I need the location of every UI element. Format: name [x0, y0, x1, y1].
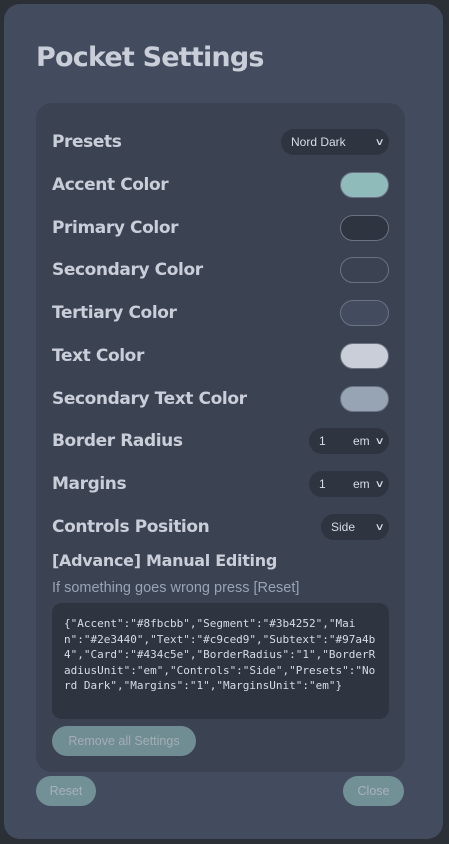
margins-unit: em [353, 477, 370, 491]
border-radius-select[interactable]: 1 em ∨ [309, 428, 389, 454]
border-radius-unit: em [353, 434, 370, 448]
presets-value: Nord Dark [291, 135, 346, 149]
tertiary-color-label: Tertiary Color [52, 303, 177, 323]
secondary-text-color-swatch[interactable] [340, 386, 389, 412]
text-color-row: Text Color [52, 341, 389, 371]
settings-modal: Pocket Settings Presets Nord Dark ∨ Acce… [4, 4, 443, 839]
margins-value: 1 [319, 477, 326, 491]
primary-color-label: Primary Color [52, 218, 179, 238]
secondary-text-color-row: Secondary Text Color [52, 384, 389, 414]
margins-row: Margins 1 em ∨ [52, 469, 389, 499]
reset-button[interactable]: Reset [36, 776, 96, 806]
advanced-title: [Advance] Manual Editing [52, 551, 277, 570]
remove-all-settings-button[interactable]: Remove all Settings [52, 726, 196, 756]
controls-position-label: Controls Position [52, 517, 210, 537]
primary-color-row: Primary Color [52, 213, 389, 243]
chevron-down-icon: ∨ [374, 136, 385, 148]
chevron-down-icon: ∨ [374, 435, 385, 447]
border-radius-label: Border Radius [52, 431, 183, 451]
presets-label: Presets [52, 132, 122, 152]
accent-color-swatch[interactable] [340, 172, 389, 198]
primary-color-swatch[interactable] [340, 215, 389, 241]
margins-select[interactable]: 1 em ∨ [309, 471, 389, 497]
chevron-down-icon: ∨ [374, 478, 385, 490]
border-radius-value: 1 [319, 434, 326, 448]
secondary-color-label: Secondary Color [52, 260, 203, 280]
accent-color-row: Accent Color [52, 170, 389, 200]
controls-position-row: Controls Position Side ∨ [52, 512, 389, 542]
margins-label: Margins [52, 474, 127, 494]
accent-color-label: Accent Color [52, 175, 169, 195]
text-color-swatch[interactable] [340, 343, 389, 369]
advanced-hint: If something goes wrong press [Reset] [52, 580, 300, 596]
presets-select[interactable]: Nord Dark ∨ [281, 129, 389, 155]
presets-row: Presets Nord Dark ∨ [52, 127, 389, 157]
secondary-text-color-label: Secondary Text Color [52, 389, 247, 409]
chevron-down-icon: ∨ [374, 521, 385, 533]
tertiary-color-row: Tertiary Color [52, 298, 389, 328]
border-radius-row: Border Radius 1 em ∨ [52, 426, 389, 456]
settings-card: Presets Nord Dark ∨ Accent Color Primary… [36, 103, 405, 772]
close-button[interactable]: Close [343, 776, 404, 806]
tertiary-color-swatch[interactable] [340, 300, 389, 326]
secondary-color-swatch[interactable] [340, 257, 389, 283]
json-editor[interactable]: {"Accent":"#8fbcbb","Segment":"#3b4252",… [52, 603, 389, 719]
controls-position-value: Side [331, 520, 356, 534]
page-title: Pocket Settings [36, 42, 264, 73]
secondary-color-row: Secondary Color [52, 255, 389, 285]
controls-position-select[interactable]: Side ∨ [321, 514, 389, 540]
text-color-label: Text Color [52, 346, 144, 366]
